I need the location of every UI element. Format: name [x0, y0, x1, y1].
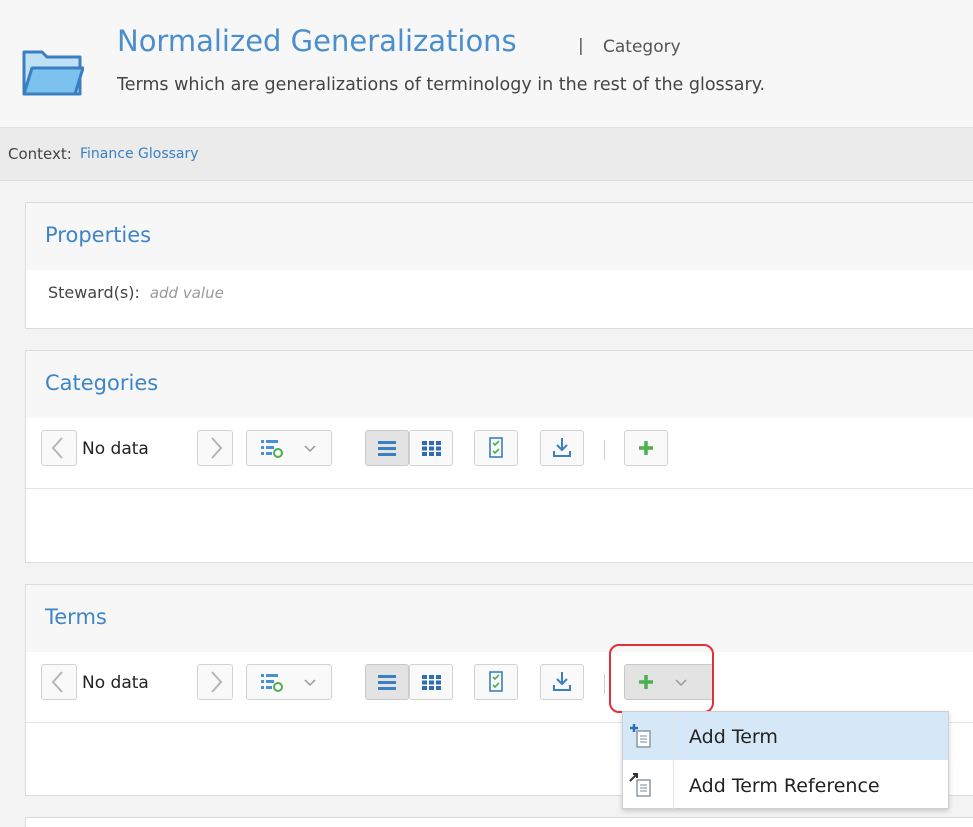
chevron-left-icon — [51, 437, 63, 459]
add-dropdown-menu: Add Term Add Term Reference — [622, 711, 949, 809]
add-button[interactable] — [624, 430, 668, 466]
download-icon — [553, 438, 571, 457]
chevron-right-icon — [211, 437, 223, 459]
list-view-icon — [378, 675, 396, 690]
folder-icon — [22, 50, 84, 96]
context-bar: Context: Finance Glossary — [0, 128, 973, 181]
chevron-left-icon — [51, 671, 63, 693]
toolbar-divider — [604, 674, 605, 694]
categories-title: Categories — [45, 371, 159, 395]
pager-status: No data — [82, 673, 149, 693]
pager-status: No data — [82, 439, 149, 459]
prev-page-button[interactable] — [41, 430, 77, 466]
next-panel-edge — [25, 817, 973, 827]
list-view-button[interactable] — [365, 664, 409, 700]
column-settings-dropdown[interactable] — [246, 664, 332, 700]
categories-panel: Categories No data — [25, 350, 973, 563]
menu-item-label: Add Term — [689, 726, 778, 748]
grid-view-icon — [422, 441, 441, 456]
context-link[interactable]: Finance Glossary — [80, 146, 199, 162]
next-page-button[interactable] — [197, 664, 233, 700]
properties-panel: Properties Steward(s): add value — [25, 202, 973, 329]
properties-panel-header: Properties — [26, 203, 973, 270]
plus-icon — [639, 441, 653, 455]
grid-view-button[interactable] — [409, 664, 453, 700]
chevron-right-icon — [211, 671, 223, 693]
column-settings-dropdown[interactable] — [246, 430, 332, 466]
list-view-button[interactable] — [365, 430, 409, 466]
categories-toolbar: No data — [41, 430, 741, 474]
page-header: Normalized Generalizations | Category Te… — [0, 0, 973, 128]
next-page-button[interactable] — [197, 430, 233, 466]
menu-item-add-term-reference[interactable]: Add Term Reference — [623, 761, 948, 809]
menu-item-divider — [673, 712, 674, 760]
categories-panel-header: Categories — [26, 351, 973, 418]
add-term-reference-icon — [629, 773, 651, 797]
export-button[interactable] — [540, 664, 584, 700]
toolbar-divider — [604, 440, 605, 460]
steward-add-value[interactable]: add value — [150, 284, 224, 302]
context-label: Context: — [8, 145, 72, 163]
checklist-icon — [489, 437, 503, 458]
steward-label: Steward(s): — [48, 283, 140, 302]
column-settings-icon — [261, 440, 316, 458]
add-button-highlight — [609, 644, 714, 713]
page-title: Normalized Generalizations — [117, 24, 517, 58]
properties-title: Properties — [45, 223, 152, 247]
add-term-icon — [630, 724, 651, 748]
select-items-button[interactable] — [474, 664, 518, 700]
terms-panel-header: Terms — [26, 585, 973, 652]
checklist-icon — [489, 671, 503, 692]
menu-item-add-term[interactable]: Add Term — [623, 712, 948, 760]
steward-row: Steward(s): add value — [48, 283, 224, 302]
terms-title: Terms — [45, 605, 107, 629]
grid-view-icon — [422, 675, 441, 690]
column-settings-icon — [261, 674, 316, 692]
list-view-icon — [378, 441, 396, 456]
download-icon — [553, 672, 571, 691]
title-separator: | — [578, 36, 584, 56]
export-button[interactable] — [540, 430, 584, 466]
prev-page-button[interactable] — [41, 664, 77, 700]
asset-type-label: Category — [603, 37, 681, 57]
categories-list-body — [26, 488, 973, 563]
select-items-button[interactable] — [474, 430, 518, 466]
menu-item-label: Add Term Reference — [689, 775, 880, 797]
menu-item-divider — [673, 761, 674, 809]
page-description: Terms which are generalizations of termi… — [117, 75, 766, 95]
grid-view-button[interactable] — [409, 430, 453, 466]
